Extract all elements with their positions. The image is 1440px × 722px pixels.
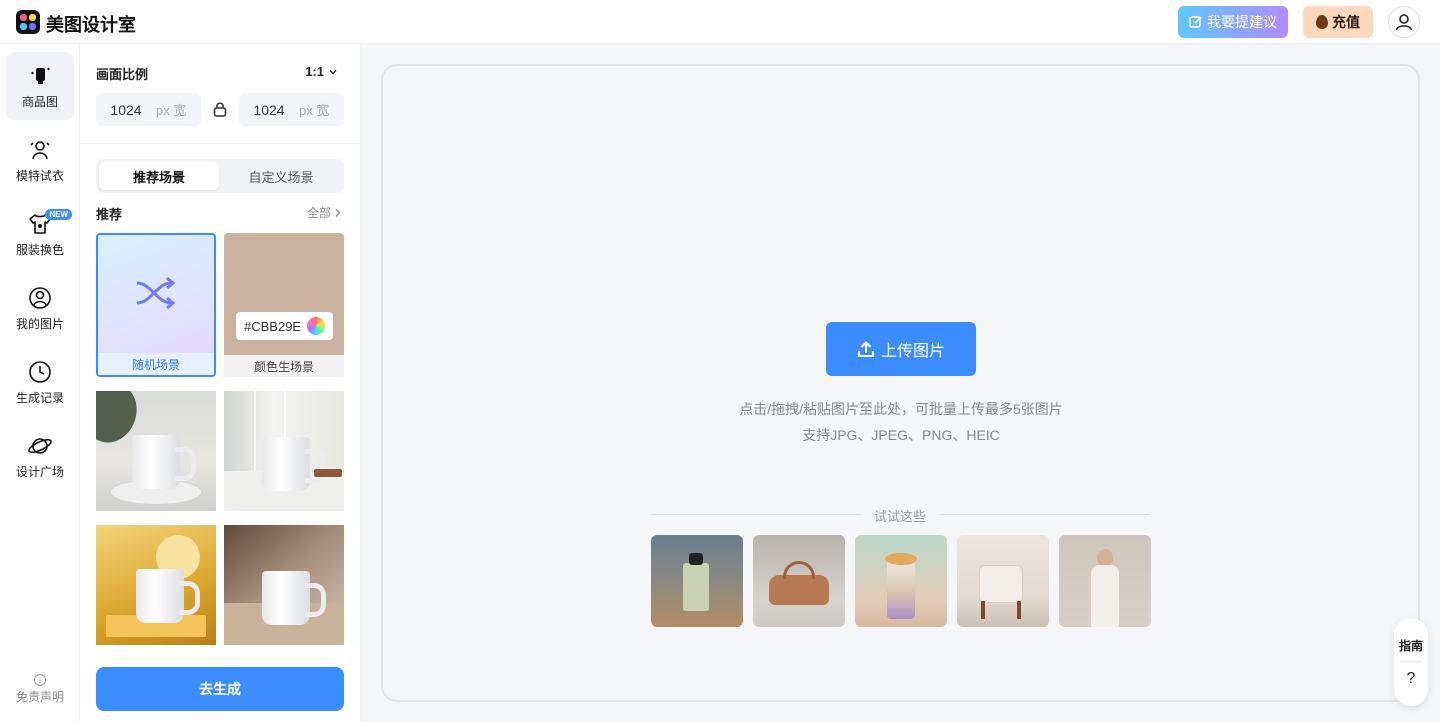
color-wheel-icon bbox=[307, 317, 326, 335]
scene-tabs: 推荐场景 自定义场景 bbox=[96, 159, 344, 193]
tab-recommended[interactable]: 推荐场景 bbox=[99, 162, 219, 190]
upload-label: 上传图片 bbox=[880, 343, 945, 360]
guide-button[interactable]: 指南 bbox=[1394, 637, 1428, 654]
divider-right bbox=[940, 514, 1150, 515]
clock-icon bbox=[29, 360, 51, 383]
help-icon[interactable]: ? bbox=[1394, 670, 1428, 688]
width-unit: px 宽 bbox=[156, 103, 187, 118]
sample-image-bag[interactable] bbox=[753, 535, 845, 627]
scene-card-color[interactable]: #CBB29E 颜色生场景 bbox=[224, 233, 344, 377]
scene-card-random[interactable]: 随机场景 bbox=[96, 233, 216, 377]
scene-thumb-4[interactable] bbox=[224, 525, 344, 645]
sample-image-perfume[interactable] bbox=[651, 535, 743, 627]
tab-custom[interactable]: 自定义场景 bbox=[221, 162, 341, 190]
new-badge: NEW bbox=[45, 209, 72, 220]
nav-item-model[interactable]: 模特试衣 bbox=[6, 126, 74, 194]
nav-label: 设计广场 bbox=[15, 464, 64, 479]
nav-label: 服装换色 bbox=[15, 242, 64, 257]
generate-button[interactable]: 去生成 bbox=[96, 667, 344, 711]
guide-divider bbox=[1400, 661, 1422, 662]
scene-thumb-3[interactable] bbox=[96, 525, 216, 645]
chevron-down-icon bbox=[329, 69, 337, 74]
nav-label: 商品图 bbox=[21, 94, 58, 109]
info-icon: i bbox=[34, 674, 46, 686]
ratio-value: 1:1 bbox=[305, 64, 324, 79]
suggest-button[interactable]: 我要提建议 bbox=[1178, 6, 1288, 38]
edit-icon bbox=[1189, 16, 1202, 28]
user-icon bbox=[1395, 14, 1413, 31]
bean-icon bbox=[1316, 15, 1328, 29]
recharge-label: 充值 bbox=[1332, 14, 1360, 30]
view-all-link[interactable]: 全部 bbox=[307, 204, 342, 221]
user-circle-icon bbox=[29, 286, 51, 309]
ratio-title: 画面比例 bbox=[96, 67, 149, 82]
guide-widget: 指南 ? bbox=[1394, 618, 1428, 706]
left-nav: 商品图 模特试衣 NEW 服装换色 我的图片 生成记录 设计广场 i 免责声明 bbox=[0, 44, 80, 722]
settings-panel: 画面比例 1:1 1024 px 宽 1024 px 宽 推荐场景 自定义场景 … bbox=[80, 44, 361, 722]
color-chip[interactable]: #CBB29E bbox=[236, 312, 333, 340]
height-unit: px 宽 bbox=[299, 103, 330, 118]
chevron-right-icon bbox=[335, 208, 341, 217]
nav-label: 模特试衣 bbox=[15, 168, 64, 183]
all-label: 全部 bbox=[306, 206, 331, 220]
app-logo-icon[interactable] bbox=[16, 10, 40, 34]
disclaimer-label: 免责声明 bbox=[15, 690, 64, 704]
ratio-select[interactable]: 1:1 bbox=[305, 64, 338, 79]
height-input[interactable]: 1024 px 宽 bbox=[239, 93, 344, 126]
model-icon bbox=[30, 140, 50, 159]
divider-left bbox=[651, 514, 861, 515]
divider bbox=[80, 143, 361, 144]
disclaimer-link[interactable]: i 免责声明 bbox=[0, 674, 80, 705]
width-value: 1024 bbox=[110, 101, 142, 118]
recommend-title: 推荐 bbox=[96, 207, 123, 222]
sample-image-drink[interactable] bbox=[855, 535, 947, 627]
upload-icon bbox=[857, 341, 874, 357]
height-value: 1024 bbox=[253, 101, 285, 118]
try-these-label: 试试这些 bbox=[873, 509, 926, 524]
width-input[interactable]: 1024 px 宽 bbox=[96, 93, 201, 126]
upload-hint-line1: 点击/拖拽/粘贴图片至此处，可批量上传最多5张图片 bbox=[739, 401, 1063, 417]
nav-item-my-images[interactable]: 我的图片 bbox=[6, 274, 74, 342]
product-icon bbox=[31, 67, 50, 84]
sample-image-chair[interactable] bbox=[957, 535, 1049, 627]
top-bar: 美图设计室 我要提建议 充值 bbox=[0, 0, 1440, 44]
nav-label: 我的图片 bbox=[15, 316, 64, 331]
app-brand[interactable]: 美图设计室 bbox=[46, 11, 136, 37]
color-hex: #CBB29E bbox=[244, 318, 302, 334]
shuffle-icon bbox=[136, 276, 176, 310]
color-scene-label: 颜色生场景 bbox=[224, 355, 344, 377]
upload-button[interactable]: 上传图片 bbox=[826, 322, 976, 376]
lock-icon[interactable] bbox=[212, 100, 228, 118]
sample-image-model[interactable] bbox=[1059, 535, 1151, 627]
upload-hint-line2: 支持JPG、JPEG、PNG、HEIC bbox=[802, 427, 1000, 443]
avatar[interactable] bbox=[1388, 6, 1420, 38]
recharge-button[interactable]: 充值 bbox=[1303, 6, 1373, 38]
random-scene-label: 随机场景 bbox=[98, 353, 214, 375]
nav-item-product[interactable]: 商品图 bbox=[6, 52, 74, 120]
suggest-label: 我要提建议 bbox=[1207, 14, 1277, 30]
nav-item-recolor[interactable]: NEW 服装换色 bbox=[6, 200, 74, 268]
